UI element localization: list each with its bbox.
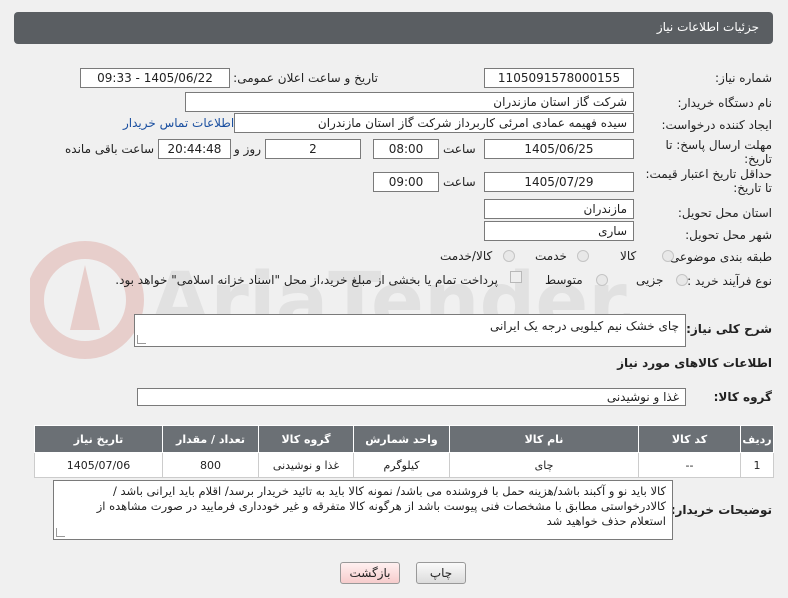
city-label: شهر محل تحویل: (685, 228, 772, 242)
deadline-time-field: 08:00 (373, 139, 439, 159)
creator-field: سیده فهیمه عمادی امرئی کاربرداز شرکت گاز… (234, 113, 634, 133)
cell-unit: کیلوگرم (353, 452, 450, 478)
creator-label: ایجاد کننده درخواست: (661, 118, 772, 132)
col-header-group: گروه کالا (258, 425, 354, 453)
col-header-unit: واحد شمارش (353, 425, 450, 453)
description-label: شرح کلی نیاز: (686, 322, 772, 336)
process-option-medium: متوسط (545, 273, 583, 287)
days-label: روز و (234, 142, 261, 156)
goods-info-title: اطلاعات کالاهای مورد نیاز (617, 356, 772, 370)
cell-group: غذا و نوشیدنی (258, 452, 354, 478)
resize-handle-icon[interactable] (137, 335, 146, 344)
col-header-date: تاریخ نیاز (34, 425, 163, 453)
announce-label: تاریخ و ساعت اعلان عمومی: (233, 71, 378, 85)
remaining-time-field: 20:44:48 (158, 139, 231, 159)
table-row[interactable]: 1 -- چای کیلوگرم غذا و نوشیدنی 800 1405/… (34, 452, 774, 478)
deadline-label: مهلت ارسال پاسخ: تا (665, 138, 772, 152)
col-header-quantity: تعداد / مقدار (162, 425, 259, 453)
goods-group-field: غذا و نوشیدنی (137, 388, 686, 406)
need-number-field: 1105091578000155 (484, 68, 634, 88)
process-label: نوع فرآیند خرید : (687, 274, 772, 288)
table-header-row: ردیف کد کالا نام کالا واحد شمارش گروه کا… (34, 425, 774, 453)
province-label: استان محل تحویل: (677, 206, 772, 220)
validity-time-field: 09:00 (373, 172, 439, 192)
province-field: مازندران (484, 199, 634, 219)
cell-code: -- (638, 452, 741, 478)
announce-field: 1405/06/22 - 09:33 (80, 68, 230, 88)
back-button[interactable]: بازگشت (340, 562, 400, 584)
category-radio-service[interactable] (577, 250, 589, 262)
cell-date: 1405/07/06 (34, 452, 163, 478)
category-radio-goods-service[interactable] (503, 250, 515, 262)
buyer-org-label: نام دستگاه خریدار: (677, 96, 773, 110)
payment-note: پرداخت تمام یا بخشی از مبلغ خرید،از محل … (115, 273, 498, 287)
buyer-notes-text: کالا باید نو و آکبند باشد/هزینه حمل با ف… (96, 484, 666, 528)
validity-label-date: تا تاریخ: (733, 181, 772, 195)
process-radio-medium[interactable] (596, 274, 608, 286)
page-title: جزئیات اطلاعات نیاز (656, 20, 759, 34)
need-number-label: شماره نیاز: (715, 71, 772, 85)
deadline-date-field: 1405/06/25 (484, 139, 634, 159)
payment-checkbox[interactable] (510, 271, 522, 283)
category-label: طبقه بندی موضوعی: (665, 250, 772, 264)
remaining-label: ساعت باقی مانده (65, 142, 155, 156)
category-option-goods: کالا (620, 249, 637, 263)
deadline-time-label: ساعت (443, 142, 476, 156)
col-header-name: نام کالا (449, 425, 639, 453)
category-option-goods-service: کالا/خدمت (440, 249, 493, 263)
description-text: چای خشک نیم کیلویی درجه یک ایرانی (489, 319, 679, 333)
print-button[interactable]: چاپ (416, 562, 466, 584)
city-field: ساری (484, 221, 634, 241)
col-header-row-number: ردیف (740, 425, 774, 453)
process-radio-partial[interactable] (676, 274, 688, 286)
buyer-notes-label: توضیحات خریدار: (670, 503, 772, 517)
validity-time-label: ساعت (443, 175, 476, 189)
cell-quantity: 800 (162, 452, 259, 478)
days-field: 2 (265, 139, 361, 159)
process-option-partial: جزیی (636, 273, 664, 287)
validity-label: حداقل تاریخ اعتبار قیمت: (645, 167, 772, 181)
resize-handle-icon[interactable] (56, 528, 65, 537)
page-header: جزئیات اطلاعات نیاز (14, 12, 773, 44)
cell-name: چای (449, 452, 639, 478)
category-option-service: خدمت (535, 249, 567, 263)
validity-date-field: 1405/07/29 (484, 172, 634, 192)
cell-row-number: 1 (740, 452, 774, 478)
col-header-code: کد کالا (638, 425, 741, 453)
goods-table: ردیف کد کالا نام کالا واحد شمارش گروه کا… (34, 425, 774, 478)
buyer-notes-field: کالا باید نو و آکبند باشد/هزینه حمل با ف… (53, 480, 673, 540)
buyer-org-field: شرکت گاز استان مازندران (185, 92, 634, 112)
buyer-contact-link[interactable]: اطلاعات تماس خریدار (123, 116, 234, 130)
description-field: چای خشک نیم کیلویی درجه یک ایرانی (134, 314, 686, 347)
watermark-logo: AriaTender.net (30, 241, 630, 359)
goods-group-label: گروه کالا: (713, 390, 772, 404)
deadline-label-date: تاریخ: (744, 152, 772, 166)
category-radio-goods[interactable] (662, 250, 674, 262)
